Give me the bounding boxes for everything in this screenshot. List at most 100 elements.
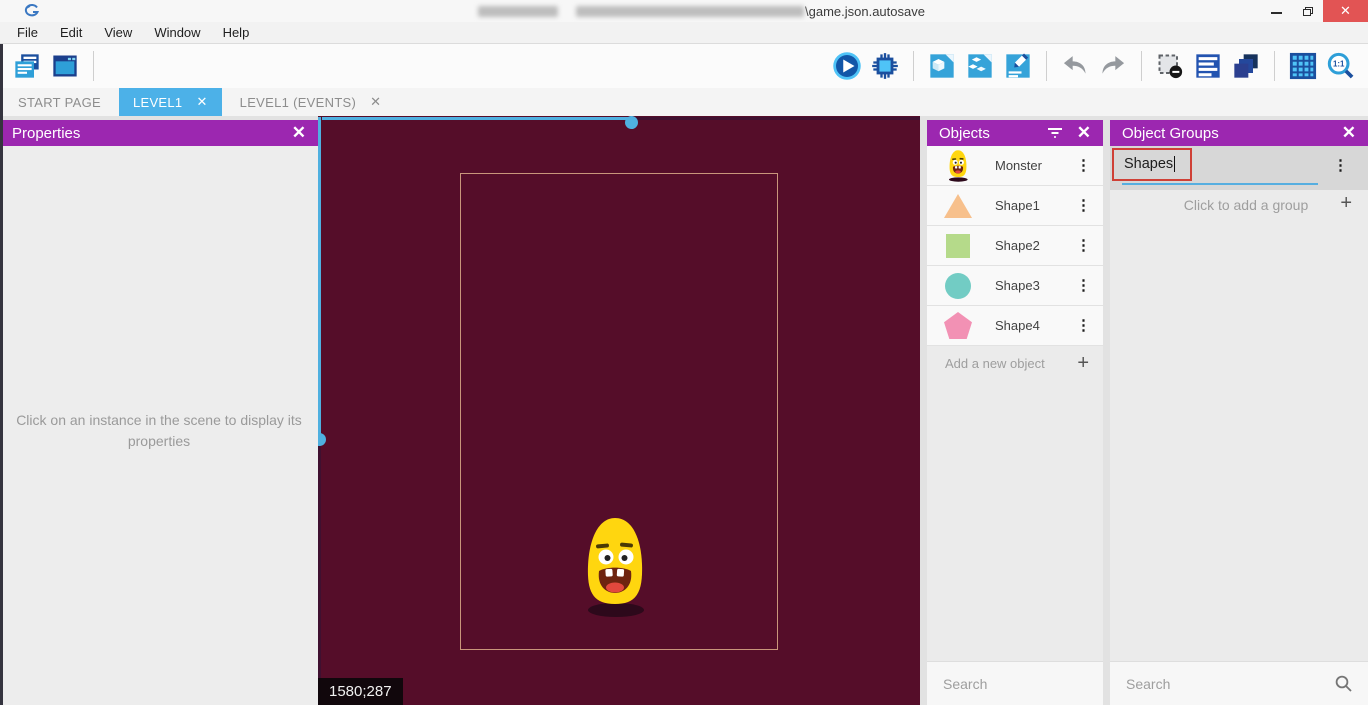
- objects-search-bar: [927, 661, 1103, 705]
- zoom-original-icon[interactable]: 1:1: [1325, 50, 1357, 82]
- plus-icon: +: [1077, 352, 1089, 375]
- object-row-shape1[interactable]: Shape1 ⋮: [927, 186, 1103, 226]
- object-name: Shape2: [995, 238, 1076, 253]
- toolbar-separator: [913, 51, 914, 81]
- object-menu-icon[interactable]: ⋮: [1076, 279, 1091, 293]
- window-title: \game.json.autosave: [478, 0, 925, 22]
- main-area: Properties ✕ Click on an instance in the…: [0, 116, 1368, 705]
- close-panel-icon[interactable]: ✕: [292, 123, 306, 143]
- groups-search-input[interactable]: [1126, 676, 1334, 692]
- add-group-button[interactable]: Click to add a group +: [1110, 190, 1368, 220]
- minimize-button[interactable]: [1261, 0, 1292, 22]
- square-thumbnail-icon: [943, 234, 973, 258]
- instances-list-icon[interactable]: [1192, 50, 1224, 82]
- menu-file[interactable]: File: [6, 22, 49, 44]
- object-groups-panel: Object Groups ✕ Shapes ⋮ Click to add a …: [1110, 120, 1368, 705]
- search-icon: [1334, 674, 1354, 694]
- tab-level1[interactable]: LEVEL1 ✕: [119, 88, 222, 116]
- redacted-path-segment: [576, 6, 804, 17]
- object-name: Shape4: [995, 318, 1076, 333]
- objects-list-icon[interactable]: [964, 50, 996, 82]
- toolbar-separator: [1141, 51, 1142, 81]
- restore-icon: [1303, 7, 1313, 16]
- add-group-label: Click to add a group: [1110, 197, 1368, 213]
- restore-button[interactable]: [1292, 0, 1323, 22]
- monster-thumbnail-icon: [943, 149, 973, 182]
- menu-window[interactable]: Window: [143, 22, 211, 44]
- object-menu-icon[interactable]: ⋮: [1076, 199, 1091, 213]
- monster-instance[interactable]: [580, 514, 650, 620]
- close-tab-icon[interactable]: ✕: [370, 94, 381, 110]
- tab-start-page[interactable]: START PAGE: [0, 88, 119, 116]
- close-button[interactable]: ✕: [1323, 0, 1368, 22]
- project-manager-icon[interactable]: [11, 50, 43, 82]
- menu-bar: File Edit View Window Help: [0, 22, 1368, 44]
- close-tab-icon[interactable]: ✕: [196, 94, 207, 110]
- tab-level1-events-label: LEVEL1 (EVENTS): [240, 95, 357, 110]
- object-name: Shape1: [995, 198, 1076, 213]
- menu-help[interactable]: Help: [212, 22, 261, 44]
- scene-canvas[interactable]: 1580;287: [318, 116, 920, 705]
- properties-panel: Properties ✕ Click on an instance in the…: [0, 120, 318, 705]
- toolbar-separator: [1046, 51, 1047, 81]
- group-menu-icon[interactable]: ⋮: [1333, 159, 1348, 173]
- object-menu-icon[interactable]: ⋮: [1076, 159, 1091, 173]
- minimize-icon: [1271, 12, 1282, 14]
- properties-panel-title: Properties: [12, 125, 80, 142]
- object-row-monster[interactable]: Monster ⋮: [927, 146, 1103, 186]
- objects-panel-header: Objects ✕: [927, 120, 1103, 146]
- properties-empty-message: Click on an instance in the scene to dis…: [15, 410, 303, 452]
- new-object-icon[interactable]: [926, 50, 958, 82]
- horizontal-scrollbar-fill: [322, 117, 632, 120]
- layers-icon[interactable]: [1230, 50, 1262, 82]
- title-filename: \game.json.autosave: [805, 4, 925, 19]
- cursor-coordinates: 1580;287: [329, 683, 392, 700]
- pentagon-thumbnail-icon: [943, 312, 973, 339]
- input-underline: [1122, 183, 1318, 185]
- close-panel-icon[interactable]: ✕: [1077, 123, 1091, 143]
- object-row-shape4[interactable]: Shape4 ⋮: [927, 306, 1103, 346]
- objects-panel: Objects ✕: [927, 120, 1103, 705]
- objects-panel-title: Objects: [939, 125, 990, 142]
- preview-play-icon[interactable]: [831, 50, 863, 82]
- deselect-instances-icon[interactable]: [1154, 50, 1186, 82]
- tab-level1-events[interactable]: LEVEL1 (EVENTS) ✕: [222, 88, 400, 116]
- objects-search-input[interactable]: [943, 676, 1124, 692]
- filter-icon[interactable]: [1045, 125, 1065, 141]
- gdevelop-logo-icon: [24, 3, 40, 19]
- menu-edit[interactable]: Edit: [49, 22, 93, 44]
- plus-icon: +: [1340, 192, 1352, 215]
- window-left-edge: [0, 44, 3, 705]
- add-object-button[interactable]: Add a new object +: [927, 346, 1103, 380]
- object-name: Monster: [995, 158, 1076, 173]
- grid-icon[interactable]: [1287, 50, 1319, 82]
- vertical-scrollbar-handle[interactable]: [318, 433, 326, 446]
- menu-view[interactable]: View: [93, 22, 143, 44]
- object-row-shape3[interactable]: Shape3 ⋮: [927, 266, 1103, 306]
- edit-scene-properties-icon[interactable]: [1002, 50, 1034, 82]
- object-groups-panel-header: Object Groups ✕: [1110, 120, 1368, 146]
- debug-icon[interactable]: [869, 50, 901, 82]
- gdevelop-window: \game.json.autosave ✕ File Edit View Win…: [0, 0, 1368, 705]
- object-name: Shape3: [995, 278, 1076, 293]
- toolbar: 1:1: [0, 44, 1368, 88]
- redo-icon[interactable]: [1097, 50, 1129, 82]
- svg-text:1:1: 1:1: [1333, 60, 1345, 69]
- object-menu-icon[interactable]: ⋮: [1076, 239, 1091, 253]
- add-object-label: Add a new object: [945, 356, 1045, 371]
- cursor-coordinates-badge: 1580;287: [318, 678, 403, 705]
- object-menu-icon[interactable]: ⋮: [1076, 319, 1091, 333]
- group-name-row[interactable]: Shapes ⋮: [1110, 146, 1368, 190]
- circle-thumbnail-icon: [943, 273, 973, 299]
- groups-search-bar: [1110, 661, 1368, 705]
- triangle-thumbnail-icon: [943, 194, 973, 218]
- toolbar-separator: [1274, 51, 1275, 81]
- close-panel-icon[interactable]: ✕: [1342, 123, 1356, 143]
- horizontal-scrollbar-handle[interactable]: [625, 116, 638, 129]
- editor-tab-bar: START PAGE LEVEL1 ✕ LEVEL1 (EVENTS) ✕: [0, 88, 1368, 116]
- toolbar-separator: [93, 51, 94, 81]
- start-page-window-icon[interactable]: [49, 50, 81, 82]
- tab-level1-label: LEVEL1: [133, 95, 183, 110]
- object-row-shape2[interactable]: Shape2 ⋮: [927, 226, 1103, 266]
- undo-icon[interactable]: [1059, 50, 1091, 82]
